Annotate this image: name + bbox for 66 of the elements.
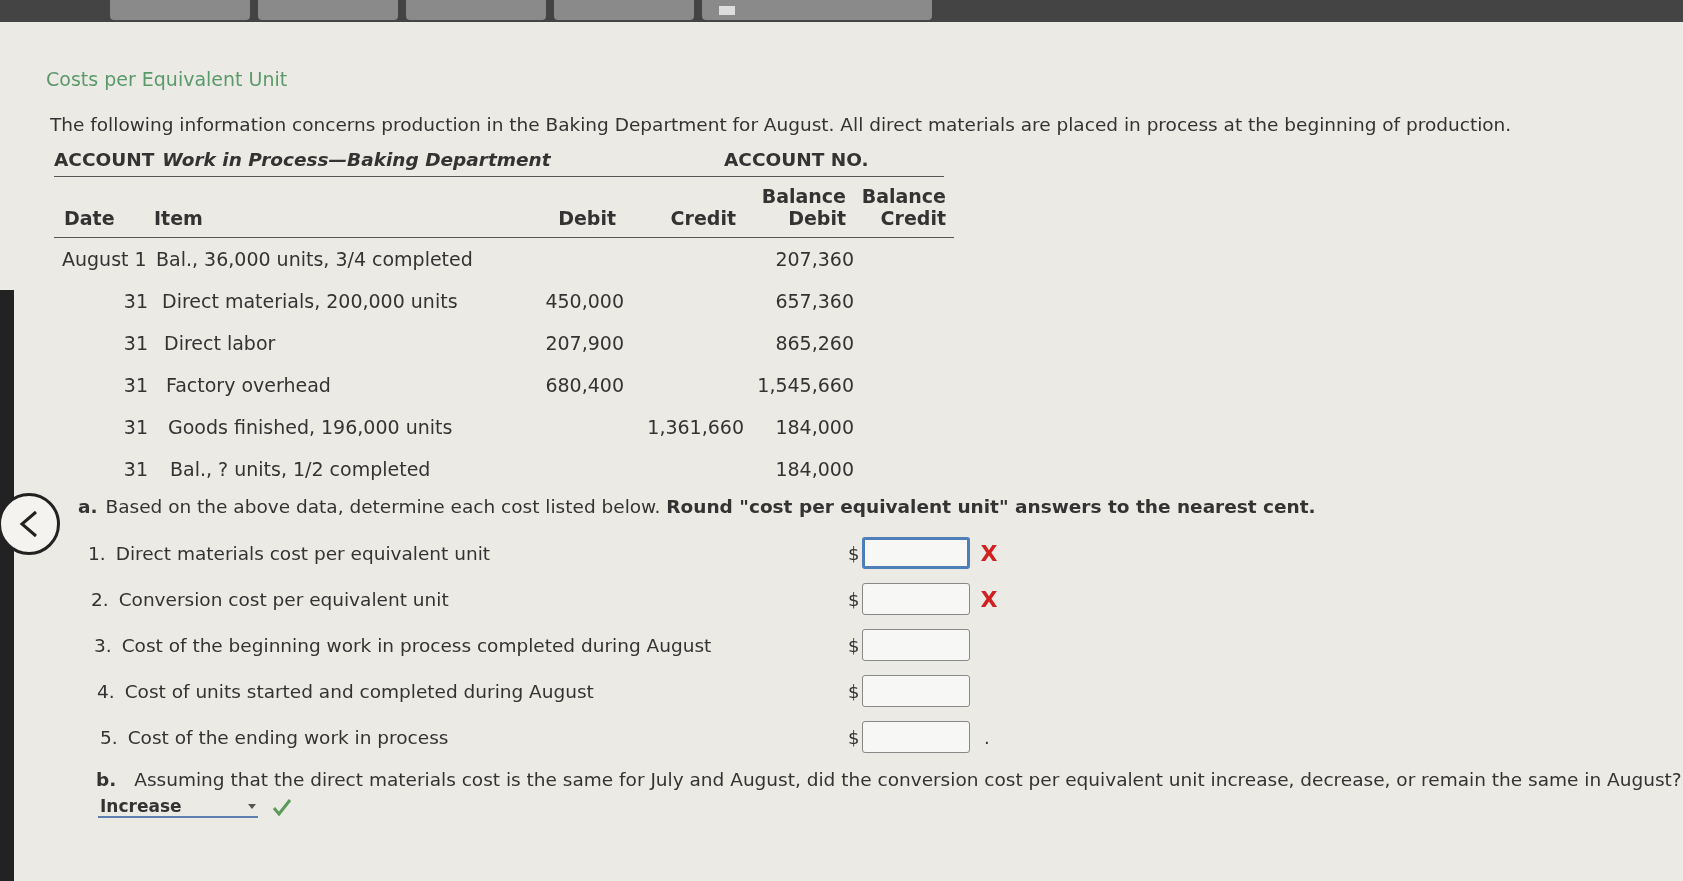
- column-header: Item: [154, 207, 203, 229]
- debit-cell: 680,400: [545, 374, 624, 396]
- item-number: 2.: [91, 588, 109, 610]
- date-cell: 31: [123, 332, 148, 354]
- credit-cell: 1,361,660: [647, 416, 744, 438]
- balance-cell: 1,545,660: [757, 374, 854, 396]
- balance-cell: 184,000: [775, 416, 854, 438]
- account-name: Work in Process—Baking Department: [162, 149, 551, 170]
- balance-cell: 184,000: [775, 458, 854, 480]
- currency-sign: $: [848, 680, 861, 702]
- date-cell: 31: [123, 416, 148, 438]
- wrong-mark: X: [979, 586, 999, 612]
- question-label: Cost of the ending work in process: [127, 726, 449, 748]
- item-cell: Direct labor: [164, 332, 276, 354]
- item-cell: Factory overhead: [166, 374, 331, 396]
- answer-dropdown[interactable]: Increase: [98, 796, 258, 818]
- answer-field[interactable]: [862, 583, 970, 615]
- instruction-text: Based on the above data, determine each cost listed below. Round "cost per equivalent unit" answers to the nearest cent.: [105, 496, 1316, 517]
- item-number: 5.: [100, 726, 118, 748]
- debit-cell: 450,000: [545, 290, 624, 312]
- date-cell: 31: [123, 290, 148, 312]
- column-header: Balance Credit: [861, 185, 946, 229]
- intro-text: The following information concerns production in the Baking Department for August. All direct materials are placed in process at the beginning of production.: [50, 114, 1513, 135]
- date-cell: 31: [123, 374, 148, 396]
- item-cell: Goods finished, 196,000 units: [168, 416, 453, 438]
- balance-cell: 657,360: [775, 290, 854, 312]
- chevron-left-icon: [18, 509, 40, 539]
- item-number: 4.: [97, 680, 115, 702]
- currency-sign: $: [848, 588, 861, 610]
- part-letter: a.: [78, 496, 98, 517]
- question-text: Assuming that the direct materials cost is the same for July and August, did the conversion cost per equivalent unit increase, decrease, or remain the same in August?: [134, 769, 1682, 790]
- date-cell: August 1: [62, 248, 147, 270]
- print-button[interactable]: [702, 0, 932, 20]
- date-cell: 31: [123, 458, 148, 480]
- back-button[interactable]: [0, 493, 60, 555]
- wrong-mark: X: [979, 540, 999, 566]
- item-cell: Bal., 36,000 units, 3/4 completed: [156, 248, 473, 270]
- item-number: 1.: [88, 542, 106, 564]
- question-label: Cost of units started and completed during August: [124, 680, 594, 702]
- answer-field[interactable]: [862, 721, 970, 753]
- balance-cell: 865,260: [775, 332, 854, 354]
- printer-icon: [718, 3, 736, 17]
- item-cell: Bal., ? units, 1/2 completed: [170, 458, 431, 480]
- answer-field[interactable]: [862, 629, 970, 661]
- column-header: Credit: [670, 207, 736, 229]
- account-label: ACCOUNT: [54, 149, 155, 170]
- account-number-label: ACCOUNT NO.: [724, 149, 869, 170]
- balance-cell: 207,360: [775, 248, 854, 270]
- debit-cell: 207,900: [545, 332, 624, 354]
- part-letter: b.: [96, 769, 117, 790]
- question-label: Conversion cost per equivalent unit: [118, 588, 449, 610]
- item-number: 3.: [94, 634, 112, 656]
- currency-sign: $: [848, 542, 861, 564]
- currency-sign: $: [848, 634, 861, 656]
- column-header: Debit: [558, 207, 616, 229]
- column-header: Date: [64, 207, 115, 229]
- question-label: Cost of the beginning work in process completed during August: [121, 634, 712, 656]
- question-label: Direct materials cost per equivalent unit: [115, 542, 491, 564]
- answer-field[interactable]: [862, 537, 970, 569]
- item-cell: Direct materials, 200,000 units: [162, 290, 458, 312]
- currency-sign: $: [848, 726, 861, 748]
- period-text: .: [983, 726, 991, 748]
- column-header: Balance Debit: [761, 185, 846, 229]
- caret-icon: [248, 803, 256, 809]
- answer-field[interactable]: [862, 675, 970, 707]
- page-title: Costs per Equivalent Unit: [46, 68, 289, 90]
